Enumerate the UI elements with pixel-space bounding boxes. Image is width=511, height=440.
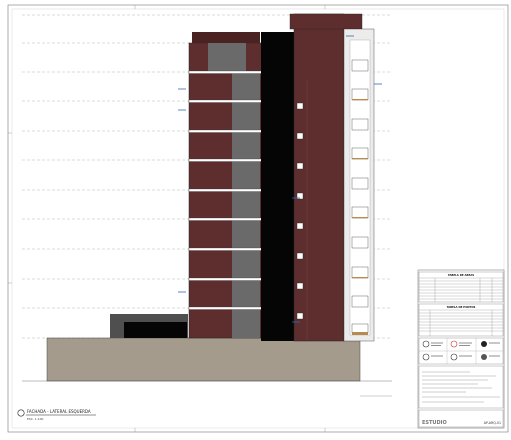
notes-area	[418, 365, 504, 409]
drawing-sheet: TABELA DE AREAS TABELA DE PONTOS ESTUDIO…	[0, 0, 511, 436]
footer-logo-text: ESTUDIO	[422, 420, 447, 426]
view-label-title: FACHADA - LATERAL ESQUERDA	[27, 409, 91, 414]
tower-right-top	[289, 13, 363, 30]
table-areas-title: TABELA DE AREAS	[448, 273, 474, 277]
table-points-title: TABELA DE PONTOS	[447, 305, 476, 309]
view-label: FACHADA - LATERAL ESQUERDA ESC. 1:100	[17, 409, 96, 421]
ground-black-box	[124, 322, 187, 338]
logo-icon-3	[481, 341, 487, 347]
view-label-scale: ESC. 1:100	[27, 417, 44, 421]
black-core-panel	[261, 32, 295, 341]
tower-right-body	[293, 13, 345, 342]
view-label-marker	[17, 409, 25, 417]
tower-left-top-window	[208, 43, 246, 71]
footer-code-text: AP-ARQ-01	[484, 421, 501, 425]
tower-left-roof	[192, 32, 260, 43]
title-block: TABELA DE AREAS TABELA DE PONTOS ESTUDIO…	[417, 269, 505, 429]
window-column	[232, 72, 260, 338]
logo-icon-6	[481, 354, 487, 360]
ground-base	[46, 337, 361, 382]
elevation-drawing: TABELA DE AREAS TABELA DE PONTOS ESTUDIO…	[7, 4, 509, 433]
